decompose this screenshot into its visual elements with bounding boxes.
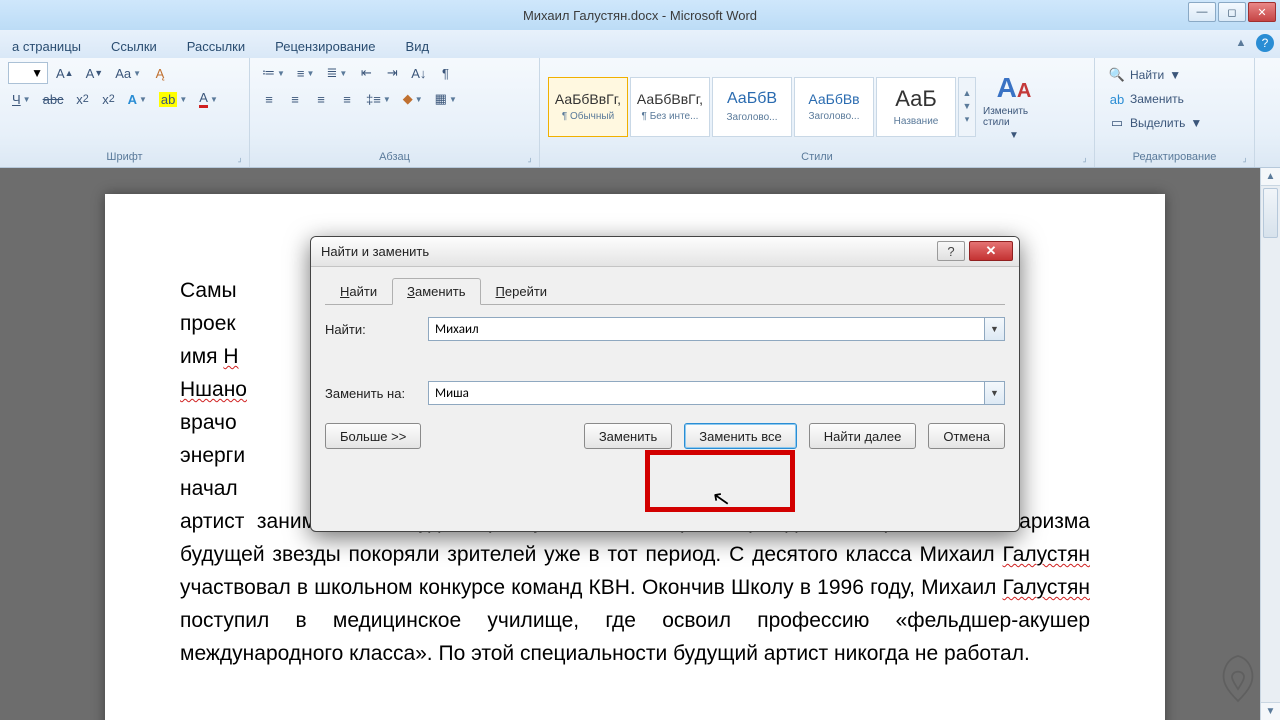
window-titlebar: Михаил Галустян.docx - Microsoft Word — …: [0, 0, 1280, 30]
collapse-ribbon-icon[interactable]: ▲: [1232, 34, 1250, 52]
justify-button[interactable]: ≡: [336, 88, 358, 110]
style-gallery-more[interactable]: ▲▼▾: [958, 77, 976, 137]
help-icon[interactable]: ?: [1256, 34, 1274, 52]
paragraph-group-label: Абзац: [258, 151, 531, 165]
find-next-button[interactable]: Найти далее: [809, 423, 917, 449]
style-heading1[interactable]: АаБбВЗаголово...: [712, 77, 792, 137]
window-title: Михаил Галустян.docx - Microsoft Word: [523, 8, 757, 23]
scroll-thumb[interactable]: [1263, 188, 1278, 238]
tab-mailings[interactable]: Рассылки: [181, 35, 251, 58]
window-controls: — ◻ ✕: [1188, 2, 1276, 22]
ribbon-tabstrip: а страницы Ссылки Рассылки Рецензировани…: [0, 30, 1280, 58]
select-icon: ▭: [1109, 115, 1125, 131]
font-group-label: Шрифт: [8, 151, 241, 165]
dialog-tab-replace[interactable]: Заменить: [392, 278, 480, 305]
watermark-icon: [1208, 650, 1268, 710]
align-center-button[interactable]: ≡: [284, 88, 306, 110]
strikethrough-button[interactable]: abc: [39, 88, 68, 110]
ribbon: ▼ A▲ A▼ Aa▼ Ą Ч▼ abc x2 x2 A▼ ab▼ A▼ Шри…: [0, 58, 1280, 168]
shrink-font-button[interactable]: A▼: [82, 62, 108, 84]
replace-history-dropdown[interactable]: ▼: [985, 381, 1005, 405]
maximize-button[interactable]: ◻: [1218, 2, 1246, 22]
replace-icon: ab: [1109, 91, 1125, 107]
replace-button[interactable]: abЗаменить: [1105, 88, 1244, 110]
style-gallery[interactable]: АаБбВвГг,¶ Обычный АаБбВвГг,¶ Без инте..…: [548, 77, 976, 137]
minimize-button[interactable]: —: [1188, 2, 1216, 22]
change-case-button[interactable]: Aa▼: [111, 62, 145, 84]
decrease-indent-button[interactable]: ⇤: [355, 62, 377, 84]
styles-group-label: Стили: [548, 151, 1086, 165]
shading-button[interactable]: ◆▼: [399, 88, 427, 110]
select-button[interactable]: ▭Выделить▼: [1105, 112, 1244, 134]
dialog-close-button[interactable]: ✕: [969, 241, 1013, 261]
style-no-spacing[interactable]: АаБбВвГг,¶ Без инте...: [630, 77, 710, 137]
change-styles-icon: AA: [997, 72, 1032, 104]
cancel-button[interactable]: Отмена: [928, 423, 1005, 449]
change-styles-button[interactable]: AA Изменить стили ▼: [982, 75, 1046, 139]
find-label: Найти:: [325, 322, 420, 337]
align-left-button[interactable]: ≡: [258, 88, 280, 110]
style-heading2[interactable]: АаБбВвЗаголово...: [794, 77, 874, 137]
grow-font-button[interactable]: A▲: [52, 62, 78, 84]
find-replace-dialog: Найти и заменить ? ✕ Найти Заменить Пере…: [310, 236, 1020, 532]
clear-formatting-button[interactable]: Ą: [149, 62, 171, 84]
scroll-up-arrow[interactable]: ▲: [1261, 168, 1280, 186]
increase-indent-button[interactable]: ⇥: [381, 62, 403, 84]
dialog-titlebar[interactable]: Найти и заменить ? ✕: [311, 237, 1019, 267]
dialog-tabs: Найти Заменить Перейти: [325, 277, 1005, 305]
dialog-title: Найти и заменить: [321, 244, 429, 259]
align-right-button[interactable]: ≡: [310, 88, 332, 110]
find-history-dropdown[interactable]: ▼: [985, 317, 1005, 341]
replace-label: Заменить на:: [325, 386, 420, 401]
borders-button[interactable]: ▦▼: [431, 88, 461, 110]
more-button[interactable]: Больше >>: [325, 423, 421, 449]
superscript-button[interactable]: x2: [98, 88, 120, 110]
replace-all-button[interactable]: Заменить все: [684, 423, 797, 449]
find-input[interactable]: [428, 317, 985, 341]
tab-references[interactable]: Ссылки: [105, 35, 163, 58]
tab-page-layout[interactable]: а страницы: [6, 35, 87, 58]
style-title[interactable]: АаБНазвание: [876, 77, 956, 137]
tab-review[interactable]: Рецензирование: [269, 35, 381, 58]
replace-one-button[interactable]: Заменить: [584, 423, 672, 449]
replace-input[interactable]: [428, 381, 985, 405]
font-size-combo[interactable]: ▼: [8, 62, 48, 84]
subscript-button[interactable]: x2: [72, 88, 94, 110]
font-color-button[interactable]: A▼: [195, 88, 222, 110]
close-window-button[interactable]: ✕: [1248, 2, 1276, 22]
bullets-button[interactable]: ≔▼: [258, 62, 289, 84]
style-normal[interactable]: АаБбВвГг,¶ Обычный: [548, 77, 628, 137]
underline-button[interactable]: Ч▼: [8, 88, 35, 110]
vertical-scrollbar[interactable]: ▲ ▼: [1260, 168, 1280, 720]
numbering-button[interactable]: ≡▼: [293, 62, 319, 84]
dialog-tab-goto[interactable]: Перейти: [481, 278, 563, 305]
binoculars-icon: 🔍: [1109, 67, 1125, 83]
text-effects-button[interactable]: A▼: [124, 88, 151, 110]
highlight-button[interactable]: ab▼: [155, 88, 191, 110]
multilevel-list-button[interactable]: ≣▼: [322, 62, 351, 84]
find-button[interactable]: 🔍Найти▼: [1105, 64, 1244, 86]
dialog-tab-find[interactable]: Найти: [325, 278, 392, 305]
sort-button[interactable]: A↓: [407, 62, 430, 84]
tab-view[interactable]: Вид: [400, 35, 436, 58]
line-spacing-button[interactable]: ‡≡▼: [362, 88, 395, 110]
editing-group-label: Редактирование: [1103, 151, 1246, 165]
dialog-help-button[interactable]: ?: [937, 241, 965, 261]
show-marks-button[interactable]: ¶: [434, 62, 456, 84]
